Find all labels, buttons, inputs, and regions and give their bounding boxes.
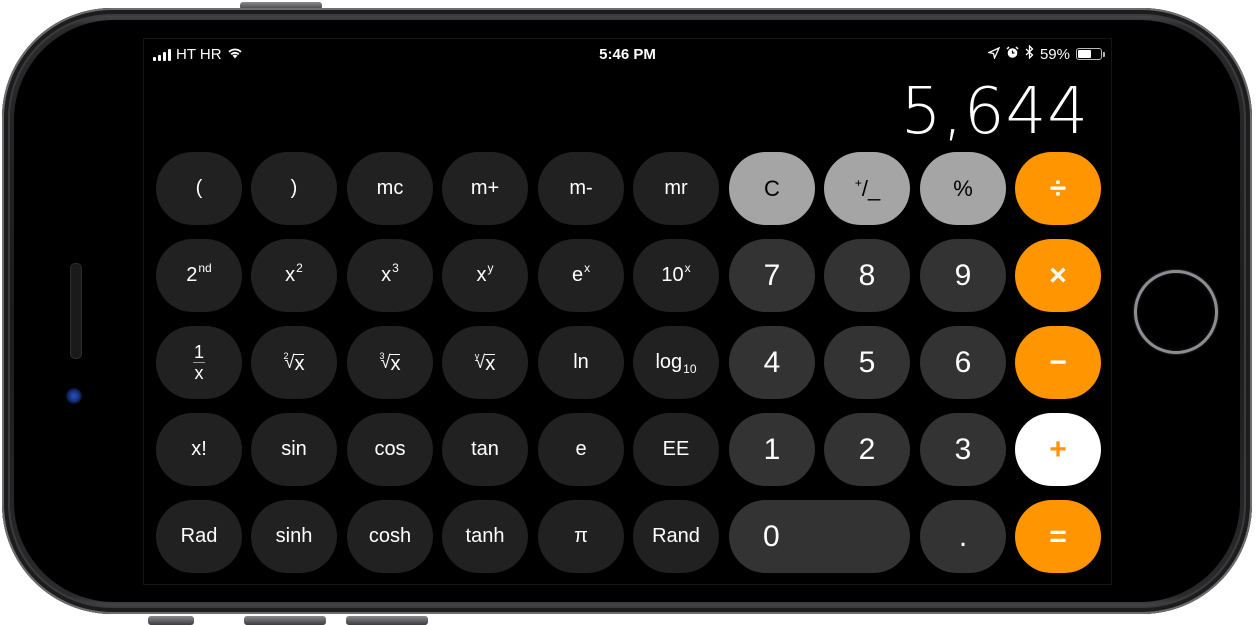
key-sup: x [584, 260, 591, 275]
digit-7-key[interactable]: 7 [729, 239, 815, 312]
key-sup: x [684, 260, 691, 275]
status-bar: HT HR 5:46 PM 59% [144, 39, 1111, 69]
root-arg: x [294, 353, 305, 375]
root-expression: 3 √ x [379, 351, 401, 375]
exponent-key[interactable]: EE [633, 413, 719, 486]
key-sub: 10 [683, 361, 697, 376]
calculator-screen: HT HR 5:46 PM 59% 5,644 ( ) mc m+ m- mr … [143, 38, 1112, 585]
memory-recall-key[interactable]: mr [633, 152, 719, 225]
cube-root-key[interactable]: 3 √ x [347, 326, 433, 399]
minus-key[interactable]: − [1015, 326, 1101, 399]
digit-2-key[interactable]: 2 [824, 413, 910, 486]
volume-down-button [346, 616, 428, 625]
factorial-key[interactable]: x! [156, 413, 242, 486]
clear-key[interactable]: C [729, 152, 815, 225]
memory-add-key[interactable]: m+ [442, 152, 528, 225]
battery-fill [1078, 50, 1091, 58]
alarm-icon [1006, 45, 1019, 63]
key-base: 2 [186, 264, 198, 286]
equals-key[interactable]: = [1015, 500, 1101, 573]
digit-8-key[interactable]: 8 [824, 239, 910, 312]
y-root-key[interactable]: y √ x [442, 326, 528, 399]
front-camera [66, 388, 82, 404]
decimal-key[interactable]: . [920, 500, 1006, 573]
memory-subtract-key[interactable]: m- [538, 152, 624, 225]
bluetooth-icon [1025, 44, 1034, 63]
log10-key[interactable]: log 10 [633, 326, 719, 399]
key-base: x [285, 264, 296, 286]
reciprocal-key[interactable]: 1x [156, 326, 242, 399]
x-power-y-key[interactable]: xy [442, 239, 528, 312]
second-function-key[interactable]: 2nd [156, 239, 242, 312]
battery-percent: 59% [1039, 45, 1070, 63]
key-sup: y [487, 260, 494, 275]
plus-key[interactable]: + [1015, 413, 1101, 486]
denominator: x [194, 363, 204, 383]
result-display: 5,644 [900, 75, 1089, 149]
natural-log-key[interactable]: ln [538, 326, 624, 399]
close-paren-key[interactable]: ) [251, 152, 337, 225]
plus-minus-rest: /_ [861, 175, 881, 201]
home-button[interactable] [1134, 270, 1218, 354]
multiply-key[interactable]: × [1015, 239, 1101, 312]
rad-key[interactable]: Rad [156, 500, 242, 573]
plus-minus-key[interactable]: +/_ [824, 152, 910, 225]
tanh-key[interactable]: tanh [442, 500, 528, 573]
key-sup: 2 [296, 260, 303, 275]
square-root-key[interactable]: 2 √ x [251, 326, 337, 399]
key-sup: 3 [392, 260, 399, 275]
e-power-x-key[interactable]: ex [538, 239, 624, 312]
x-cubed-key[interactable]: x3 [347, 239, 433, 312]
key-base: x [476, 264, 487, 286]
root-expression: y √ x [474, 351, 496, 375]
key-base: e [571, 264, 584, 286]
root-index: 3 [379, 351, 385, 361]
x-squared-key[interactable]: x2 [251, 239, 337, 312]
ten-power-x-key[interactable]: 10 x [633, 239, 719, 312]
random-key[interactable]: Rand [633, 500, 719, 573]
digit-9-key[interactable]: 9 [920, 239, 1006, 312]
pi-key[interactable]: π [538, 500, 624, 573]
tan-key[interactable]: tan [442, 413, 528, 486]
root-index: 2 [283, 351, 289, 361]
battery-icon [1076, 48, 1105, 60]
cosh-key[interactable]: cosh [347, 500, 433, 573]
digit-6-key[interactable]: 6 [920, 326, 1006, 399]
digit-4-key[interactable]: 4 [729, 326, 815, 399]
key-base: log [655, 351, 683, 373]
digit-0-key[interactable]: 0 [729, 500, 910, 573]
memory-clear-key[interactable]: mc [347, 152, 433, 225]
divide-key[interactable]: ÷ [1015, 152, 1101, 225]
mute-switch [148, 616, 194, 625]
cos-key[interactable]: cos [347, 413, 433, 486]
plus-minus-plus: + [854, 175, 862, 190]
key-sup: nd [198, 260, 212, 275]
location-icon [986, 46, 1001, 63]
percent-key[interactable]: % [920, 152, 1006, 225]
digit-5-key[interactable]: 5 [824, 326, 910, 399]
root-index: y [474, 351, 480, 361]
digit-1-key[interactable]: 1 [729, 413, 815, 486]
sinh-key[interactable]: sinh [251, 500, 337, 573]
earpiece-speaker [70, 263, 82, 359]
status-time: 5:46 PM [599, 46, 656, 63]
root-arg: x [485, 353, 496, 375]
root-arg: x [390, 353, 401, 375]
euler-key[interactable]: e [538, 413, 624, 486]
volume-up-button [244, 616, 326, 625]
root-expression: 2 √ x [283, 351, 305, 375]
open-paren-key[interactable]: ( [156, 152, 242, 225]
digit-3-key[interactable]: 3 [920, 413, 1006, 486]
fraction: 1x [193, 343, 205, 382]
numerator: 1 [193, 342, 204, 362]
sin-key[interactable]: sin [251, 413, 337, 486]
key-base: x [381, 264, 392, 286]
key-base: 10 [661, 264, 684, 286]
